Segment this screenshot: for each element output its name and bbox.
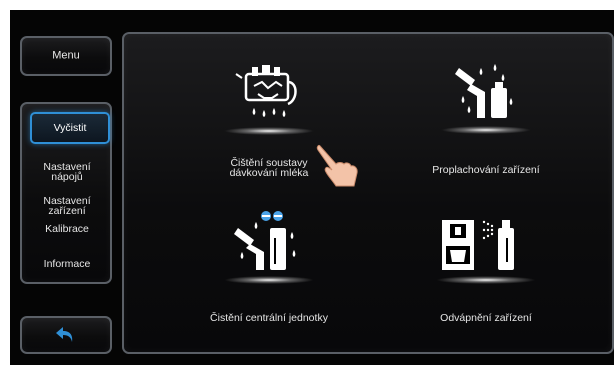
tile-rinse-device[interactable]: Proplachování zařízení (406, 60, 566, 180)
sidebar-nav: Vyčistit Nastavení nápojů Nastavení zaří… (20, 102, 112, 284)
touch-hand-icon (316, 144, 358, 187)
sidebar-item-vycistit[interactable]: Vyčistit (30, 112, 110, 144)
sidebar-item-label: Kalibrace (45, 223, 89, 235)
machine-screen: Menu Vyčistit Nastavení nápojů Nastavení… (10, 10, 614, 365)
sidebar-item-label: Nastavení nápojů (43, 161, 91, 183)
sidebar-item-kalibrace[interactable]: Kalibrace (22, 223, 112, 235)
rinse-device-icon (455, 64, 513, 118)
sidebar-item-informace[interactable]: Informace (22, 258, 112, 270)
tile-label: Odvápnění zařízení (440, 312, 532, 324)
menu-button-label: Menu (52, 49, 80, 62)
tile-glow (224, 276, 314, 284)
tile-descaling[interactable]: Odvápnění zařízení (406, 210, 566, 330)
sidebar-item-nastaveni-napoju[interactable]: Nastavení nápojů (22, 152, 112, 183)
tile-label: Čistění centrální jednotky (210, 312, 328, 324)
central-unit-cleaning-icon (234, 211, 296, 270)
sidebar-item-label: Informace (43, 258, 91, 270)
tile-glow (436, 276, 536, 284)
sidebar-item-label: Vyčistit (53, 122, 87, 134)
sidebar-item-label: Nastavení zařízení (43, 195, 91, 217)
tile-glow (224, 127, 314, 135)
main-panel: Čištění soustavy dávkování mléka Proplac… (122, 32, 614, 354)
milk-system-cleaning-icon (235, 65, 297, 117)
tile-central-unit-cleaning[interactable]: Čistění centrální jednotky (194, 210, 344, 330)
tile-glow (441, 126, 531, 134)
menu-button[interactable]: Menu (20, 36, 112, 76)
sidebar-item-nastaveni-zarizeni[interactable]: Nastavení zařízení (22, 186, 112, 217)
tile-label: Proplachování zařízení (432, 164, 540, 176)
back-arrow-icon (56, 327, 73, 342)
back-button[interactable] (20, 316, 112, 354)
descaling-icon (442, 220, 514, 270)
